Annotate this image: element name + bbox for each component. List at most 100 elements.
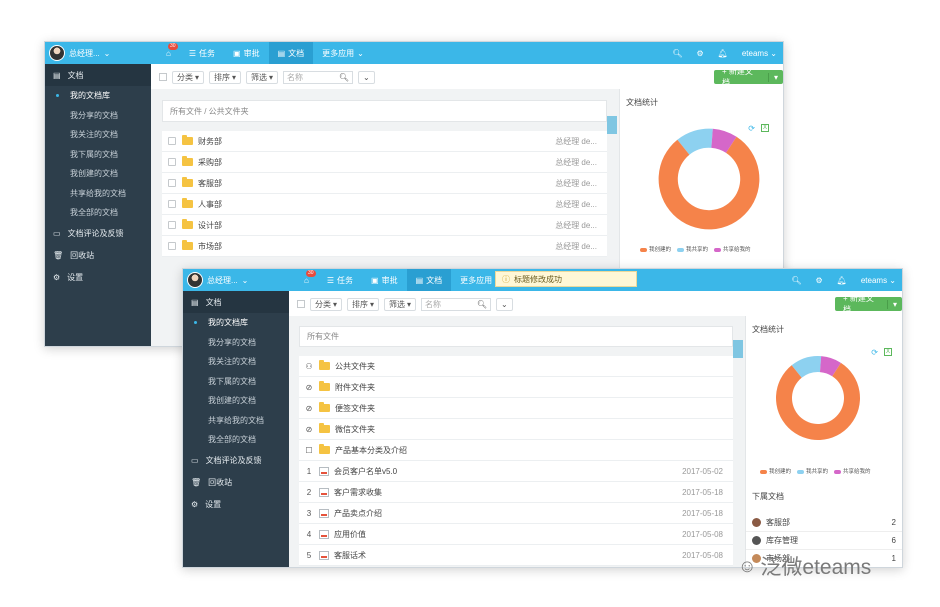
brand-menu[interactable]: eteams ⌄ [742,49,777,58]
sidebar-item-shared-by-me[interactable]: 我分享的文档 [183,333,289,353]
row-checkbox[interactable] [168,137,176,145]
list-item[interactable]: ⊘ 附件文件夹 [299,377,733,398]
user-menu[interactable]: 总经理... ⌄ [183,269,289,291]
sidebar-item-recycle[interactable]: 🗑︎ 回收站 [45,245,151,267]
user-menu[interactable]: 总经理... ⌄ [45,42,151,64]
search-options-button[interactable]: ⌄ [496,297,513,311]
sidebar-item-recycle[interactable]: 🗑︎ 回收站 [183,472,289,494]
select-all-checkbox[interactable] [159,73,167,81]
item-name: 客服部 [766,518,790,527]
avatar [752,518,761,527]
list-item[interactable]: ⚇ 公共文件夹 [299,356,733,377]
sidebar-item-all[interactable]: 我全部的文档 [45,203,151,223]
classify-button[interactable]: 分类 ▾ [310,297,343,311]
list-item[interactable]: ⊘ 便签文件夹 [299,398,733,419]
list-item[interactable]: 人事部 总经理 de... [162,194,607,215]
search-input[interactable]: 名称 🔍︎ [283,70,354,84]
sidebar-item-my-library[interactable]: 我的文档库 [45,86,151,106]
new-doc-button[interactable]: + 新建文档 ▾ [714,67,783,87]
tab-task[interactable]: ☰ 任务 [318,269,362,291]
breadcrumb: 所有文件 / 公共文件夹 [162,100,607,122]
settings-icon[interactable]: ⚙ [697,49,704,58]
refresh-icon[interactable]: ⟳ [871,348,878,357]
sidebar-item-settings[interactable]: ⚙ 设置 [45,267,151,289]
folder-icon [319,381,330,391]
sidebar-section-docs[interactable]: ▤ 文档 [45,64,151,86]
search-icon[interactable]: 🔍︎ [477,300,487,309]
legend-item: 我创建的 [760,467,791,475]
sidebar-item-created[interactable]: 我创建的文档 [45,164,151,184]
tab-task[interactable]: ☰ 任务 [180,42,224,64]
sidebar-item-settings[interactable]: ⚙ 设置 [183,494,289,516]
row-checkbox[interactable] [168,221,176,229]
search-input[interactable]: 名称 🔍︎ [421,297,492,311]
list-item[interactable]: 采购部 总经理 de... [162,152,607,173]
bell-icon[interactable]: 🔔︎ [718,49,728,58]
row-checkbox[interactable]: ☐ [299,446,319,455]
list-item[interactable]: 设计部 总经理 de... [162,215,607,236]
list-item[interactable]: ⊘ 微信文件夹 [299,419,733,440]
settings-icon[interactable]: ⚙ [816,276,823,285]
sidebar-item-my-library[interactable]: 我的文档库 [183,313,289,333]
list-item[interactable]: 库存管理 6 [746,532,902,550]
list-item[interactable]: ☐ 产品基本分类及介绍 [299,440,733,461]
select-all-checkbox[interactable] [297,300,305,308]
filter-button[interactable]: 筛选 ▾ [246,70,279,84]
tab-more-apps[interactable]: 更多应用 [451,269,501,291]
filter-button[interactable]: 筛选 ▾ [384,297,417,311]
new-doc-button[interactable]: + 新建文档 ▾ [835,294,902,314]
sidebar-item-created[interactable]: 我创建的文档 [183,391,289,411]
tab-documents[interactable]: ▤ 文档 [406,269,452,291]
document-icon [319,487,329,497]
search-options-button[interactable]: ⌄ [358,70,375,84]
home-button[interactable]: ⌂ 30 [295,269,318,291]
classify-button[interactable]: 分类 ▾ [172,70,205,84]
row-checkbox[interactable] [168,179,176,187]
excel-icon[interactable]: X [883,348,892,356]
caret-down-icon[interactable]: ▾ [886,299,902,309]
sidebar-item-comments[interactable]: ▭ 文档评论及反馈 [183,450,289,472]
row-checkbox[interactable] [168,242,176,250]
tab-approval[interactable]: ▣ 审批 [224,42,269,64]
sidebar-item-shared-to-me[interactable]: 共享给我的文档 [45,184,151,204]
list-item[interactable]: 客服部 总经理 de... [162,173,607,194]
caret-down-icon[interactable]: ▾ [767,72,783,82]
home-button[interactable]: ⌂ 30 [157,42,180,64]
bell-icon[interactable]: 🔔︎ [837,276,847,285]
tab-approval[interactable]: ▣ 审批 [362,269,407,291]
sidebar-item-comments[interactable]: ▭ 文档评论及反馈 [45,223,151,245]
toolbar: 分类 ▾ 排序 ▾ 筛选 ▾ 名称 🔍︎ ⌄ [159,66,375,88]
brand-menu[interactable]: eteams ⌄ [861,276,896,285]
sidebar-item-shared-by-me[interactable]: 我分享的文档 [45,106,151,126]
tab-label: 更多应用 [322,48,355,58]
collapse-panel-button[interactable] [733,340,743,358]
row-checkbox[interactable] [168,200,176,208]
collapse-panel-button[interactable] [607,116,617,134]
list-item[interactable]: 5 客服话术 2017-05-08 [299,545,733,566]
tab-more-apps[interactable]: 更多应用 ⌄ [313,42,373,64]
sidebar-item-shared-to-me[interactable]: 共享给我的文档 [183,411,289,431]
row-checkbox[interactable] [168,158,176,166]
document-icon [319,529,329,539]
search-icon[interactable]: 🔍︎ [339,73,349,82]
list-item[interactable]: 4 应用价值 2017-05-08 [299,524,733,545]
tab-documents[interactable]: ▤ 文档 [268,42,314,64]
sidebar-item-subordinate[interactable]: 我下属的文档 [45,145,151,165]
button-label: 分类 [315,299,331,309]
search-icon[interactable]: 🔍︎ [672,49,682,58]
list-item[interactable]: 财务部 总经理 de... [162,131,607,152]
list-item[interactable]: 客服部 2 [746,514,902,532]
list-item[interactable]: 3 产品卖点介绍 2017-05-18 [299,503,733,524]
sort-button[interactable]: 排序 ▾ [209,70,242,84]
sidebar-item-followed[interactable]: 我关注的文档 [183,352,289,372]
sort-button[interactable]: 排序 ▾ [347,297,380,311]
list-item[interactable]: 市场部 总经理 de... [162,236,607,257]
sidebar-item-followed[interactable]: 我关注的文档 [45,125,151,145]
list-item[interactable]: 2 客户需求收集 2017-05-18 [299,482,733,503]
sidebar-section-docs[interactable]: ▤ 文档 [183,291,289,313]
list-item[interactable]: 1 会员客户名单v5.0 2017-05-02 [299,461,733,482]
sidebar-item-subordinate[interactable]: 我下属的文档 [183,372,289,392]
toolbar: 分类 ▾ 排序 ▾ 筛选 ▾ 名称 🔍︎ ⌄ [297,293,513,315]
sidebar-item-all[interactable]: 我全部的文档 [183,430,289,450]
search-icon[interactable]: 🔍︎ [791,276,801,285]
